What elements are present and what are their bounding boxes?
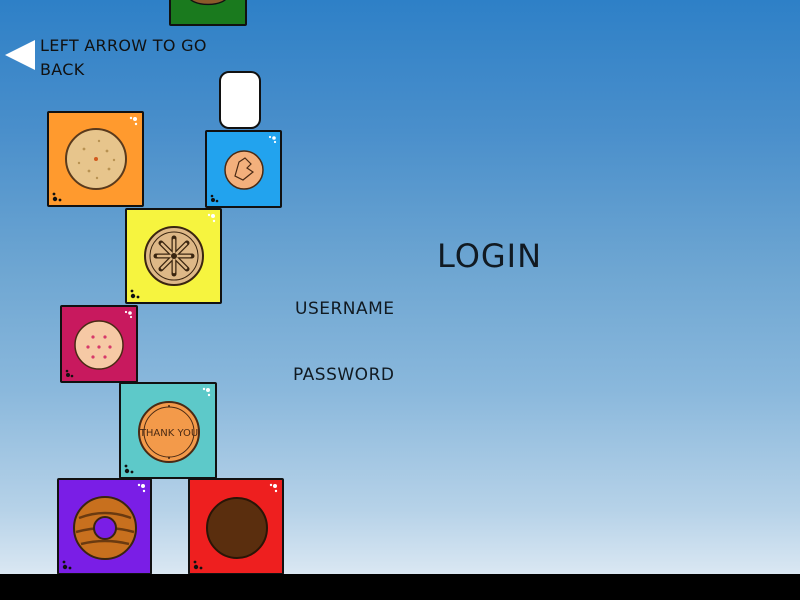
wheel-cookie-icon <box>130 213 216 299</box>
login-title: LOGIN <box>437 237 543 275</box>
sugar-cookie-icon <box>52 116 138 202</box>
cookie-tile-blue[interactable] <box>205 130 282 208</box>
cookie-tile-red[interactable] <box>188 478 284 575</box>
cookie-tile-teal[interactable]: THANK YOU <box>119 382 217 479</box>
thank-you-text: THANK YOU <box>139 428 198 439</box>
username-label[interactable]: USERNAME <box>295 299 395 319</box>
cookie-tile-green[interactable] <box>169 0 247 26</box>
back-hint-text: LEFT ARROW TO GO BACK <box>40 36 207 79</box>
cookie-tile-magenta[interactable] <box>60 305 138 383</box>
cracked-cookie-icon <box>210 135 277 203</box>
thank-you-cookie-icon: THANK YOU <box>124 387 211 474</box>
player-character <box>219 71 261 129</box>
cookie-tile-orange[interactable] <box>47 111 144 207</box>
left-arrow-icon[interactable] <box>5 40 35 70</box>
donut-cookie-icon <box>62 483 146 570</box>
password-label[interactable]: PASSWORD <box>293 365 394 385</box>
partial-cookie-icon <box>190 0 226 6</box>
cookie-tile-purple[interactable] <box>57 478 152 575</box>
sprinkle-cookie-icon <box>65 310 133 378</box>
chocolate-cookie-icon <box>193 483 278 570</box>
ground-bar <box>0 574 800 600</box>
cookie-tile-yellow[interactable] <box>125 208 222 304</box>
